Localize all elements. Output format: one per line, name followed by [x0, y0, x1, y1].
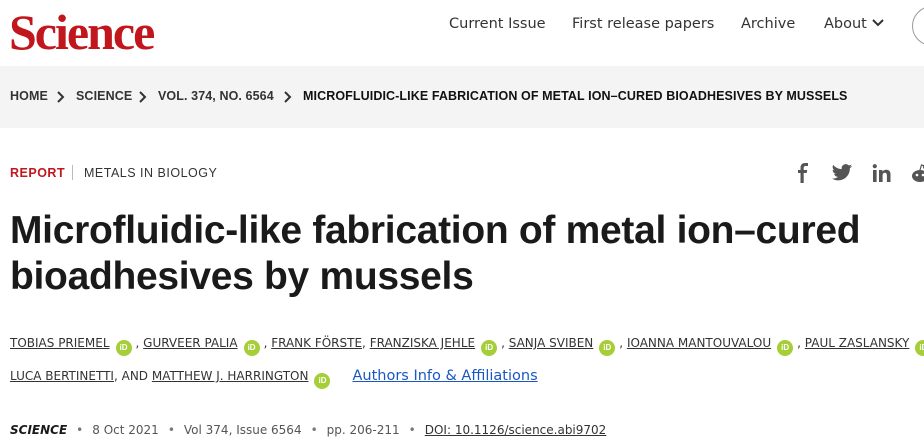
reddit-icon[interactable] [909, 163, 924, 183]
orcid-icon[interactable]: iD [481, 340, 498, 356]
author-link[interactable]: PAUL ZASLANSKY [805, 336, 910, 350]
divider [72, 165, 73, 180]
separator-dot: • [76, 423, 84, 437]
breadcrumb-article: MICROFLUIDIC-LIKE FABRICATION OF METAL I… [303, 89, 848, 103]
author-link[interactable]: LUCA BERTINETTI [10, 369, 114, 383]
volume-issue: Vol 374, Issue 6564 [183, 423, 302, 437]
doi-link[interactable]: DOI: 10.1126/science.abi9702 [425, 423, 607, 437]
facebook-icon[interactable] [792, 163, 814, 183]
chevron-right-icon [57, 91, 65, 103]
nav-current-issue[interactable]: Current Issue [449, 16, 546, 32]
page-title: Microfluidic-like fabrication of metal i… [10, 209, 861, 298]
journal-name[interactable]: SCIENCE [10, 423, 67, 437]
authors-list-continued: LUCA BERTINETTI, AND MATTHEW J. HARRINGT… [10, 368, 924, 389]
search-button[interactable] [912, 6, 924, 46]
orcid-icon[interactable]: iD [243, 340, 260, 356]
author-link[interactable]: SANJA SVIBEN [509, 336, 594, 350]
site-header: Science Current Issue First release pape… [0, 0, 924, 66]
article-subject[interactable]: METALS IN BIOLOGY [84, 166, 217, 180]
separator-dot: • [310, 423, 318, 437]
author-link[interactable]: TOBIAS PRIEMEL [10, 336, 110, 350]
orcid-icon[interactable]: iD [115, 340, 132, 356]
linkedin-icon[interactable] [871, 163, 893, 183]
orcid-icon[interactable]: iD [599, 340, 616, 356]
breadcrumb-science[interactable]: SCIENCE [76, 89, 132, 103]
breadcrumb: HOME SCIENCE VOL. 374, NO. 6564 MICROFLU… [0, 66, 924, 128]
author-link[interactable]: GURVEER PALIA [143, 336, 237, 350]
nav-about-label: About [824, 16, 867, 32]
author-link[interactable]: IOANNA MANTOUVALOU [627, 336, 771, 350]
page-range: pp. 206-211 [326, 423, 400, 437]
nav-archive[interactable]: Archive [741, 16, 795, 32]
nav-about[interactable]: About [824, 16, 884, 32]
twitter-icon[interactable] [831, 163, 853, 183]
article-type-badge: REPORT [10, 166, 66, 180]
chevron-right-icon [139, 91, 147, 103]
separator-dot: • [408, 423, 416, 437]
orcid-icon[interactable]: iD [777, 340, 794, 356]
citation-line: SCIENCE • 8 Oct 2021 • Vol 374, Issue 6564 • p… [10, 423, 606, 437]
science-logo[interactable]: Science [9, 4, 155, 60]
authors-list: TOBIAS PRIEMEL iD, GURVEER PALIA iD, FRANK… [10, 336, 924, 356]
author-link[interactable]: FRANK FÖRSTE [271, 336, 362, 350]
author-link[interactable]: MATTHEW J. HARRINGTON [152, 369, 309, 383]
separator-dot: • [167, 423, 175, 437]
author-link[interactable]: FRANZISKA JEHLE [370, 336, 475, 350]
breadcrumb-volume[interactable]: VOL. 374, NO. 6564 [158, 89, 274, 103]
breadcrumb-home[interactable]: HOME [10, 89, 48, 103]
orcid-icon[interactable]: iD [314, 373, 331, 389]
authors-info-affiliations-link[interactable]: Authors Info & Affiliations [352, 368, 537, 384]
publication-date: 8 Oct 2021 [92, 423, 159, 437]
orcid-icon[interactable]: iD [915, 340, 924, 356]
author-conjunction: AND [121, 369, 149, 383]
nav-first-release-papers[interactable]: First release papers [572, 16, 714, 32]
chevron-right-icon [284, 91, 292, 103]
chevron-down-icon [872, 19, 884, 27]
